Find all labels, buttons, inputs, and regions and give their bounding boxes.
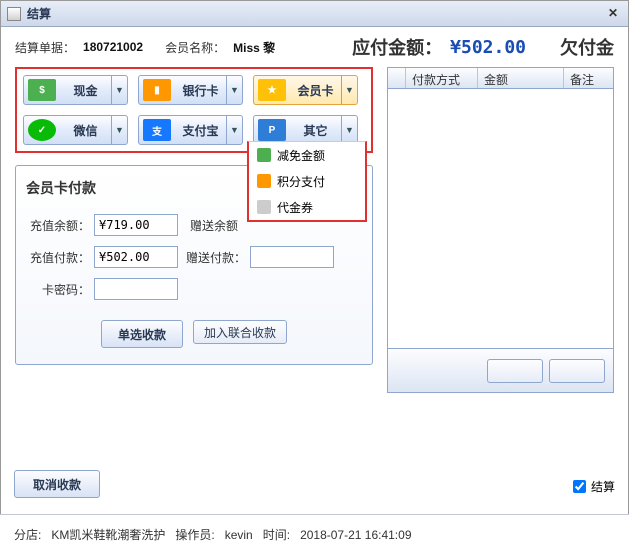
pay-alipay-label: 支付宝 [175, 122, 226, 139]
due-value: ¥502.00 [450, 37, 526, 58]
pay-alipay-button[interactable]: 支 支付宝 ▼ [138, 115, 243, 145]
menu-reduce-label: 减免金额 [277, 147, 325, 164]
shop-value: KM凯米鞋靴潮奢洗护 [51, 526, 165, 543]
op-value: kevin [225, 528, 253, 542]
reduce-icon [257, 148, 271, 162]
pay-wechat-button[interactable]: ✓ 微信 ▼ [23, 115, 128, 145]
bonus-pay-label: 赠送付款： [182, 249, 246, 266]
chevron-down-icon[interactable]: ▼ [111, 116, 127, 144]
membercard-icon: ★ [258, 79, 286, 101]
owe-label: 欠付金 [560, 34, 614, 60]
bankcard-icon: ▮ [143, 79, 171, 101]
other-icon: P [258, 119, 286, 141]
status-bar: 分店: KM凯米鞋靴潮奢洗护 操作员: kevin 时间: 2018-07-21… [0, 514, 629, 554]
col-note: 备注 [564, 68, 613, 88]
pay-bank-label: 银行卡 [175, 82, 226, 99]
pay-card-label: 会员卡 [290, 82, 341, 99]
alipay-icon: 支 [143, 119, 171, 141]
chevron-down-icon[interactable]: ▼ [111, 76, 127, 104]
close-icon[interactable]: ✕ [604, 5, 622, 23]
time-label: 时间: [263, 526, 290, 543]
time-value: 2018-07-21 16:41:09 [300, 528, 411, 542]
titlebar: 结算 ✕ [1, 1, 628, 27]
wechat-icon: ✓ [28, 119, 56, 141]
bonus-pay-input[interactable] [250, 246, 334, 268]
app-icon [7, 7, 21, 21]
voucher-icon [257, 200, 271, 214]
pay-wechat-label: 微信 [60, 122, 111, 139]
chevron-down-icon[interactable]: ▼ [341, 76, 357, 104]
order-label: 结算单据： [15, 39, 75, 56]
member-value: Miss 黎 [233, 39, 275, 56]
chevron-down-icon[interactable]: ▼ [226, 76, 242, 104]
menu-voucher[interactable]: 代金券 [249, 194, 365, 220]
pay-membercard-button[interactable]: ★ 会员卡 ▼ [253, 75, 358, 105]
col-blank [388, 68, 406, 88]
menu-voucher-label: 代金券 [277, 199, 313, 216]
table-footer [387, 349, 614, 393]
op-label: 操作员: [175, 526, 214, 543]
table-body [387, 89, 614, 349]
pay-label: 充值付款： [26, 249, 90, 266]
table-btn-2[interactable] [549, 359, 605, 383]
pwd-label: 卡密码： [26, 281, 90, 298]
table-header: 付款方式 金额 备注 [387, 67, 614, 89]
due-label: 应付金额： [352, 34, 442, 60]
payment-methods-box: $ 现金 ▼ ▮ 银行卡 ▼ ★ 会员卡 ▼ ✓ 微信 ▼ 支 支付宝 [15, 67, 373, 153]
shop-label: 分店: [14, 526, 41, 543]
col-amount: 金额 [478, 68, 564, 88]
pwd-input[interactable] [94, 278, 178, 300]
cash-icon: $ [28, 79, 56, 101]
pay-input[interactable] [94, 246, 178, 268]
bonus-balance-label: 赠送余额 [182, 217, 238, 234]
pay-cash-button[interactable]: $ 现金 ▼ [23, 75, 128, 105]
pay-bank-button[interactable]: ▮ 银行卡 ▼ [138, 75, 243, 105]
chevron-down-icon[interactable]: ▼ [226, 116, 242, 144]
table-btn-1[interactable] [487, 359, 543, 383]
balance-label: 充值余额： [26, 217, 90, 234]
window-title: 结算 [27, 5, 51, 22]
member-label: 会员名称： [165, 39, 225, 56]
chevron-down-icon[interactable]: ▼ [341, 116, 357, 144]
menu-points[interactable]: 积分支付 [249, 168, 365, 194]
cancel-collect-button[interactable]: 取消收款 [14, 470, 100, 498]
balance-input[interactable] [94, 214, 178, 236]
settle-checkbox[interactable] [573, 480, 586, 493]
menu-points-label: 积分支付 [277, 173, 325, 190]
settle-checkbox-label: 结算 [591, 478, 615, 495]
union-collect-button[interactable]: 加入联合收款 [193, 320, 287, 344]
pay-other-label: 其它 [290, 122, 341, 139]
other-dropdown: 减免金额 积分支付 代金券 [247, 141, 367, 222]
single-collect-button[interactable]: 单选收款 [101, 320, 183, 348]
menu-reduce[interactable]: 减免金额 [249, 142, 365, 168]
info-row: 结算单据： 180721002 会员名称： Miss 黎 应付金额： ¥502.… [1, 27, 628, 67]
order-value: 180721002 [83, 40, 143, 54]
pay-cash-label: 现金 [60, 82, 111, 99]
col-method: 付款方式 [406, 68, 478, 88]
points-icon [257, 174, 271, 188]
